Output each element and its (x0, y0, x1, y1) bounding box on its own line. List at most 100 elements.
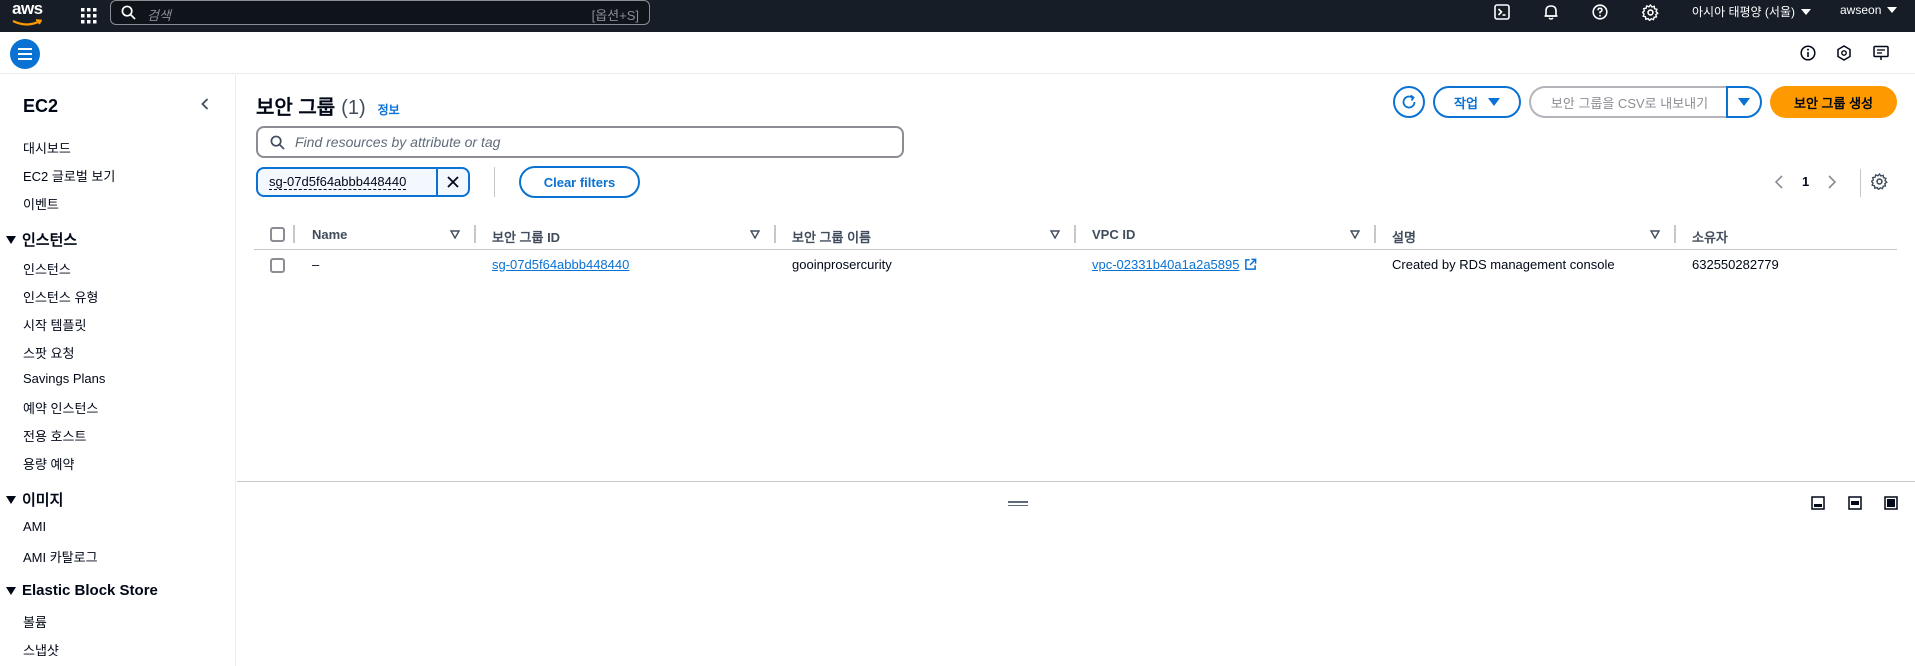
section-title: Elastic Block Store (22, 582, 158, 599)
sidebar-item-events[interactable]: 이벤트 (23, 194, 59, 213)
sidebar-section-images[interactable]: 이미지 (6, 489, 63, 510)
row-select-checkbox[interactable] (270, 258, 285, 273)
panel-full-icon[interactable] (1884, 496, 1898, 510)
remove-token-icon[interactable] (438, 169, 468, 195)
token-text: sg-07d5f64abbb448440 (269, 174, 407, 190)
expand-triangle-icon (6, 235, 16, 244)
caret-down-icon (1800, 8, 1811, 15)
refresh-icon (1402, 94, 1416, 109)
sidebar-item-dashboard[interactable]: 대시보드 (23, 138, 71, 157)
sidebar-item-ami-catalog[interactable]: AMI 카탈로그 (23, 547, 98, 566)
column-header-name[interactable]: Name (312, 227, 347, 242)
sort-icon[interactable] (1650, 230, 1660, 239)
console-subbar (0, 32, 1915, 74)
account-menu[interactable]: awseon (1840, 3, 1898, 17)
region-label: 아시아 태평양 (서울) (1692, 5, 1795, 19)
feedback-screen-icon[interactable] (1869, 41, 1893, 65)
current-page[interactable]: 1 (1802, 174, 1809, 189)
sidebar-item-snapshots[interactable]: 스냅샷 (23, 640, 59, 659)
table-header: Name 보안 그룹 ID 보안 그룹 이름 VPC ID 설명 소유자 (254, 220, 1897, 250)
column-divider (293, 225, 295, 243)
page-title-text: 보안 그룹 (256, 97, 336, 119)
filter-placeholder: Find resources by attribute or tag (295, 134, 501, 150)
column-header-sg-name[interactable]: 보안 그룹 이름 (792, 227, 871, 246)
next-page-icon[interactable] (1827, 174, 1837, 189)
sidebar-item-reserved-instances[interactable]: 예약 인스턴스 (23, 398, 98, 417)
column-header-sg-id[interactable]: 보안 그룹 ID (492, 227, 560, 246)
refresh-button[interactable] (1393, 86, 1425, 118)
sidebar-section-ebs[interactable]: Elastic Block Store (6, 582, 158, 599)
column-divider[interactable] (474, 225, 476, 243)
vpc-id-link[interactable]: vpc-02331b40a1a2a5895 (1092, 257, 1239, 272)
sort-icon[interactable] (450, 230, 460, 239)
sidebar-title[interactable]: EC2 (23, 96, 58, 117)
cell-description: Created by RDS management console (1392, 257, 1615, 272)
sidebar-item-ami[interactable]: AMI (23, 519, 46, 534)
section-title: 인스턴스 (22, 232, 78, 249)
column-divider[interactable] (774, 225, 776, 243)
sidebar-item-global-view[interactable]: EC2 글로벌 보기 (23, 166, 115, 185)
cell-vpc-id[interactable]: vpc-02331b40a1a2a5895 (1092, 257, 1257, 272)
search-icon (121, 5, 136, 20)
aws-logo[interactable]: aws (10, 0, 46, 28)
sort-icon[interactable] (1350, 230, 1360, 239)
external-link-icon[interactable] (1244, 258, 1257, 271)
export-csv-button[interactable]: 보안 그룹을 CSV로 내보내기 (1529, 86, 1728, 118)
sidebar-item-volumes[interactable]: 볼륨 (23, 612, 47, 631)
search-icon (270, 135, 285, 150)
clear-filters-button[interactable]: Clear filters (519, 166, 640, 198)
column-divider[interactable] (1674, 225, 1676, 243)
page-title: 보안 그룹 (1) 정보 (256, 91, 400, 120)
split-panel-resize-handle[interactable] (1008, 501, 1028, 508)
panel-bottom-icon[interactable] (1811, 496, 1825, 510)
pagination: 1 (1774, 174, 1837, 189)
export-dropdown-button[interactable] (1726, 86, 1762, 118)
create-security-group-button[interactable]: 보안 그룹 생성 (1770, 86, 1897, 118)
caret-down-icon (1738, 98, 1750, 106)
column-header-owner[interactable]: 소유자 (1692, 227, 1728, 246)
cell-sg-id-link[interactable]: sg-07d5f64abbb448440 (492, 257, 629, 272)
cloudshell-icon[interactable] (1488, 0, 1516, 24)
hexagon-icon[interactable] (1832, 41, 1856, 65)
sort-icon[interactable] (750, 230, 760, 239)
filter-token[interactable]: sg-07d5f64abbb448440 (256, 167, 470, 197)
column-header-vpc-id[interactable]: VPC ID (1092, 227, 1135, 242)
split-panel (237, 481, 1915, 666)
info-circle-icon[interactable] (1796, 41, 1820, 65)
column-divider[interactable] (1074, 225, 1076, 243)
sidebar-item-launch-templates[interactable]: 시작 템플릿 (23, 315, 86, 334)
sidebar-item-dedicated-hosts[interactable]: 전용 호스트 (23, 426, 86, 445)
column-header-description[interactable]: 설명 (1392, 227, 1416, 246)
sidebar-item-spot-requests[interactable]: 스팟 요청 (23, 343, 74, 362)
settings-gear-icon[interactable] (1636, 0, 1664, 24)
panel-side-icon[interactable] (1848, 496, 1862, 510)
search-shortcut: [옵션+S] (591, 8, 639, 23)
collapse-sidebar-icon[interactable] (198, 97, 212, 111)
cell-owner: 632550282779 (1692, 257, 1779, 272)
sidebar-item-savings-plans[interactable]: Savings Plans (23, 371, 105, 386)
divider (1860, 169, 1861, 197)
sort-icon[interactable] (1050, 230, 1060, 239)
select-all-checkbox[interactable] (270, 227, 285, 242)
global-search-input[interactable]: 검색 [옵션+S] (110, 0, 650, 25)
info-link[interactable]: 정보 (378, 101, 400, 118)
cell-sg-name: gooinprosercurity (792, 257, 892, 272)
apps-grid-icon[interactable] (75, 2, 103, 30)
sidebar-section-instances[interactable]: 인스턴스 (6, 229, 77, 250)
resource-count: (1) (341, 97, 366, 119)
preferences-gear-icon[interactable] (1871, 173, 1888, 190)
sidebar-item-instances[interactable]: 인스턴스 (23, 259, 71, 278)
caret-down-icon (1887, 7, 1898, 13)
table-row[interactable]: – sg-07d5f64abbb448440 gooinprosercurity… (254, 251, 1897, 281)
filter-search-input[interactable]: Find resources by attribute or tag (256, 126, 904, 158)
sidebar-item-instance-types[interactable]: 인스턴스 유형 (23, 287, 98, 306)
notifications-bell-icon[interactable] (1537, 0, 1565, 24)
region-selector[interactable]: 아시아 태평양 (서울) (1692, 3, 1811, 20)
filter-token-value[interactable]: sg-07d5f64abbb448440 (258, 169, 438, 195)
menu-toggle-button[interactable] (10, 39, 40, 69)
help-icon[interactable] (1586, 0, 1614, 24)
prev-page-icon[interactable] (1774, 174, 1784, 189)
column-divider[interactable] (1374, 225, 1376, 243)
sidebar-item-capacity-reservations[interactable]: 용량 예약 (23, 454, 74, 473)
actions-dropdown-button[interactable]: 작업 (1433, 86, 1521, 118)
